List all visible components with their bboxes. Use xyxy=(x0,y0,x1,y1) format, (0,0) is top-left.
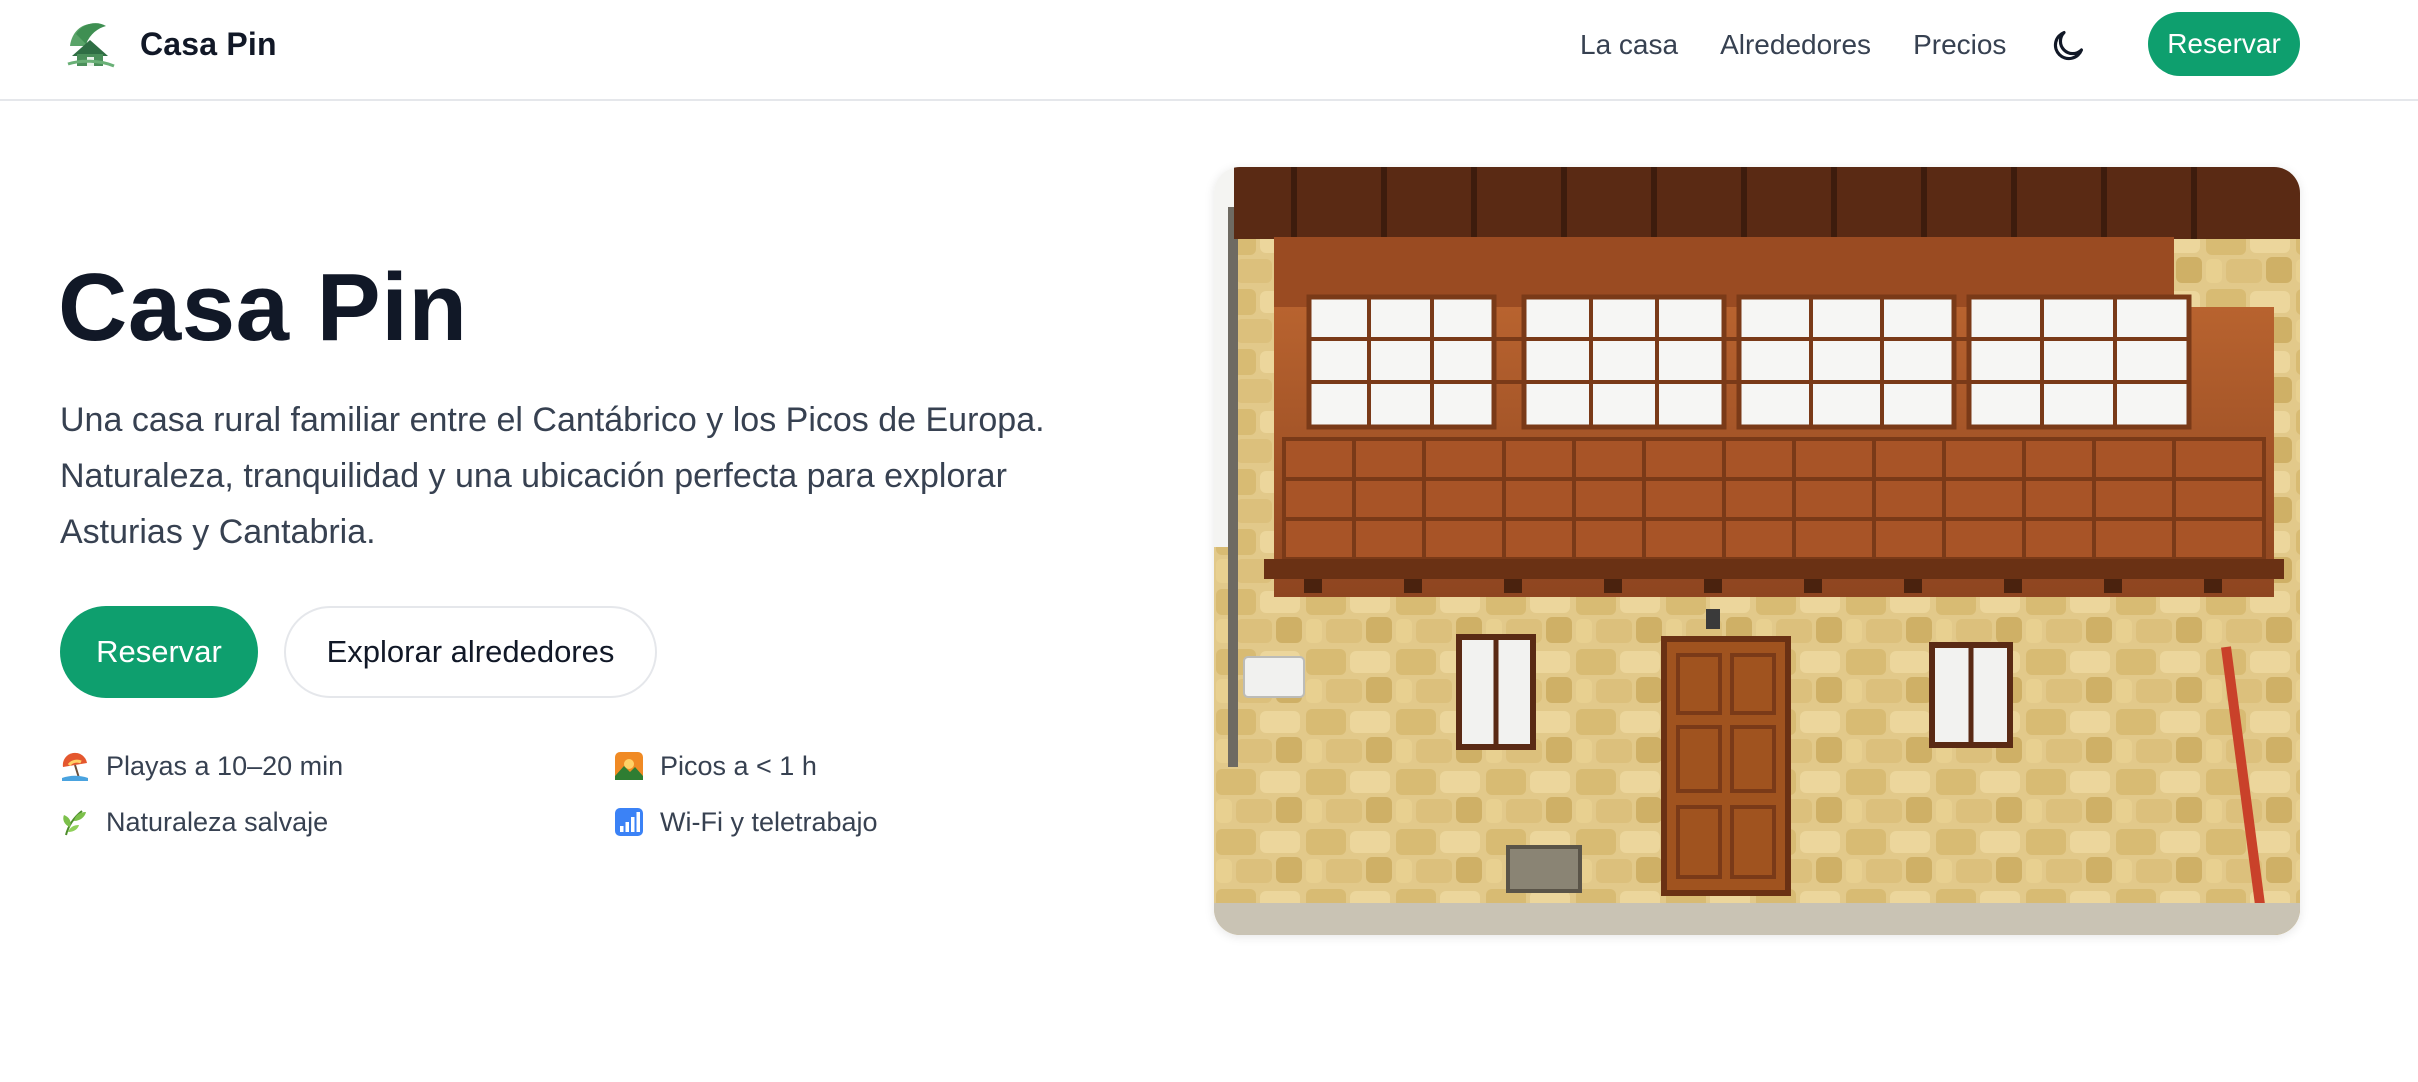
hero-description-line: Asturias y Cantabria. xyxy=(60,513,376,551)
brand-name: Casa Pin xyxy=(140,25,277,62)
brand[interactable]: Casa Pin xyxy=(62,16,277,72)
nav-link-alrededores[interactable]: Alrededores xyxy=(1720,29,1871,61)
herb-leaf-icon xyxy=(63,810,86,836)
nav-link-precios[interactable]: Precios xyxy=(1913,29,2006,61)
beach-umbrella-icon xyxy=(62,752,88,781)
feature-label: Playas a 10–20 min xyxy=(106,750,344,781)
hero-description-line: Naturaleza, tranquilidad y una ubicación… xyxy=(60,457,1007,495)
hero-title: Casa Pin xyxy=(58,254,468,361)
site-header: Casa Pin La casa Alrededores Precios Res… xyxy=(0,0,2418,101)
hero-description: Una casa rural familiar entre el Cantábr… xyxy=(60,392,1140,560)
feature-label: Naturaleza salvaje xyxy=(106,806,329,837)
moon-icon xyxy=(2053,30,2084,61)
explorar-alrededores-button[interactable]: Explorar alrededores xyxy=(284,606,657,698)
signal-bars-icon xyxy=(615,808,643,836)
feature-item-naturaleza: Naturaleza salvaje xyxy=(60,802,328,842)
main-nav: La casa Alrededores Precios xyxy=(1580,24,2048,66)
header-reservar-button[interactable]: Reservar xyxy=(2148,12,2300,76)
feature-item-wifi: Wi-Fi y teletrabajo xyxy=(614,802,878,842)
house-leaf-logo-icon xyxy=(67,23,115,68)
theme-toggle-button[interactable] xyxy=(2046,24,2090,68)
feature-label: Wi-Fi y teletrabajo xyxy=(660,806,878,837)
hero-description-line: Una casa rural familiar entre el Cantábr… xyxy=(60,401,1045,439)
feature-item-picos: Picos a < 1 h xyxy=(614,746,817,786)
reservar-button[interactable]: Reservar xyxy=(60,606,258,698)
feature-label: Picos a < 1 h xyxy=(660,750,817,781)
hero-house-photo xyxy=(1214,167,2300,935)
mountain-sunrise-icon xyxy=(615,752,643,780)
nav-link-la-casa[interactable]: La casa xyxy=(1580,29,1678,61)
stone-house-wooden-balcony-photo xyxy=(1214,167,2300,935)
feature-item-playas: Playas a 10–20 min xyxy=(60,746,343,786)
